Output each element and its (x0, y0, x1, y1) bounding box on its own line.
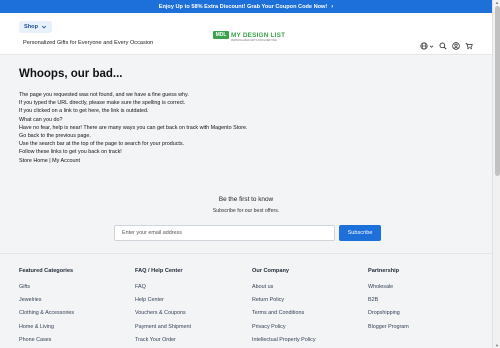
footer-link[interactable]: B2B (368, 297, 468, 310)
globe-icon[interactable] (420, 42, 428, 50)
footer-link[interactable]: Home & Living (19, 324, 119, 337)
announcement-bar[interactable]: Enjoy Up to 58% Extra Discount! Grab You… (0, 0, 492, 13)
footer-link[interactable]: Dropshipping (368, 310, 468, 323)
footer-link[interactable]: Help Center (135, 297, 235, 310)
footer-column-our-company: Our Company About us Return Policy Terms… (252, 268, 352, 348)
footer-link[interactable]: Privacy Policy (252, 324, 352, 337)
footer-link[interactable]: Wholesale (368, 284, 468, 297)
newsletter-section: Be the first to know Subscribe for our b… (0, 187, 492, 253)
footer-link[interactable]: Phone Cases (19, 337, 119, 348)
header-tagline: Personalized Gifts for Everyone and Ever… (23, 40, 154, 46)
message-line: The page you requested was not found, an… (19, 92, 189, 98)
footer-link[interactable]: Payment and Shipment (135, 324, 235, 337)
email-input[interactable]: Enter your email address (114, 225, 335, 241)
header-icons (420, 42, 473, 50)
logo-text: MY DESIGN LIST (231, 31, 286, 39)
footer-column-title: FAQ / Help Center (135, 268, 183, 274)
footer-link[interactable]: FAQ (135, 284, 235, 297)
message-line: Go back to the previous page. (19, 133, 91, 140)
chevron-down-icon (41, 25, 47, 29)
scrollbar-thumb[interactable] (494, 6, 500, 176)
message-line: Have no fear, help is near! There are ma… (19, 124, 248, 131)
message-line: If you typed the URL directly, please ma… (19, 100, 186, 107)
newsletter-subtitle: Subscribe for our best offers. (212, 208, 280, 214)
footer-link[interactable]: Gifts (19, 284, 119, 297)
page-scrollbar[interactable]: ▲ ▼ (492, 0, 500, 348)
message-line: Follow these links to get you back on tr… (19, 149, 122, 156)
logo-subtext: PERSONALIZED GIFTS FOR EVERYONE (231, 39, 277, 42)
footer-link[interactable]: Vouchers & Coupons (135, 310, 235, 323)
page: Enjoy Up to 58% Extra Discount! Grab You… (0, 0, 500, 348)
recovery-links: Store Home | My Account (19, 157, 248, 165)
footer-link[interactable]: Jewelries (19, 297, 119, 310)
footer-column-help-center: FAQ / Help Center FAQ Help Center Vouche… (135, 268, 235, 348)
page-title: Whoops, our bad... (19, 68, 123, 80)
account-icon[interactable] (452, 42, 460, 50)
footer-column-featured-categories: Featured Categories Gifts Jewelries Clot… (19, 268, 119, 348)
footer-column-title: Our Company (252, 268, 289, 274)
footer-link[interactable]: Track Your Order (135, 337, 235, 348)
footer-column-title: Featured Categories (19, 268, 74, 274)
footer-column-title: Partnership (368, 268, 400, 274)
footer-link[interactable]: Return Policy (252, 297, 352, 310)
announcement-text[interactable]: Enjoy Up to 58% Extra Discount! Grab You… (159, 4, 328, 10)
site-header: Shop Personalized Gifts for Everyone and… (0, 13, 492, 55)
scroll-up-arrow-icon[interactable]: ▲ (494, 0, 500, 5)
not-found-message: The page you requested was not found, an… (19, 91, 248, 165)
shop-menu-button[interactable]: Shop (19, 21, 52, 33)
footer-link[interactable]: Intellectual Property Policy (252, 337, 352, 348)
cart-icon[interactable] (465, 42, 473, 50)
footer-link[interactable]: Clothing & Accessories (19, 310, 119, 323)
search-icon[interactable] (439, 42, 447, 50)
chevron-down-icon[interactable] (429, 44, 434, 49)
footer-column-partnership: Partnership Wholesale B2B Dropshipping B… (368, 268, 468, 337)
message-line: Use the search bar at the top of the pag… (19, 141, 185, 148)
shop-button-label: Shop (24, 24, 38, 30)
footer-link[interactable]: Blogger Program (368, 324, 468, 337)
newsletter-title: Be the first to know (218, 196, 274, 203)
link-separator: | (49, 157, 51, 164)
message-line: If you clicked on a link to get here, th… (19, 108, 149, 115)
store-home-link[interactable]: Store Home (19, 158, 48, 164)
site-footer: Featured Categories Gifts Jewelries Clot… (0, 253, 492, 348)
logo-mark: MDL (213, 31, 229, 39)
site-logo[interactable]: MDL MY DESIGN LIST PERSONALIZED GIFTS FO… (213, 31, 286, 42)
chevron-right-icon: › (331, 3, 334, 10)
footer-link[interactable]: Terms and Conditions (252, 310, 352, 323)
footer-link[interactable]: About us (252, 284, 352, 297)
not-found-section: Whoops, our bad... The page you requeste… (0, 55, 492, 187)
scroll-down-arrow-icon[interactable]: ▼ (494, 343, 500, 348)
my-account-link[interactable]: My Account (52, 158, 80, 164)
message-line: What can you do? (19, 116, 63, 123)
subscribe-button[interactable]: Subscribe (339, 225, 381, 241)
